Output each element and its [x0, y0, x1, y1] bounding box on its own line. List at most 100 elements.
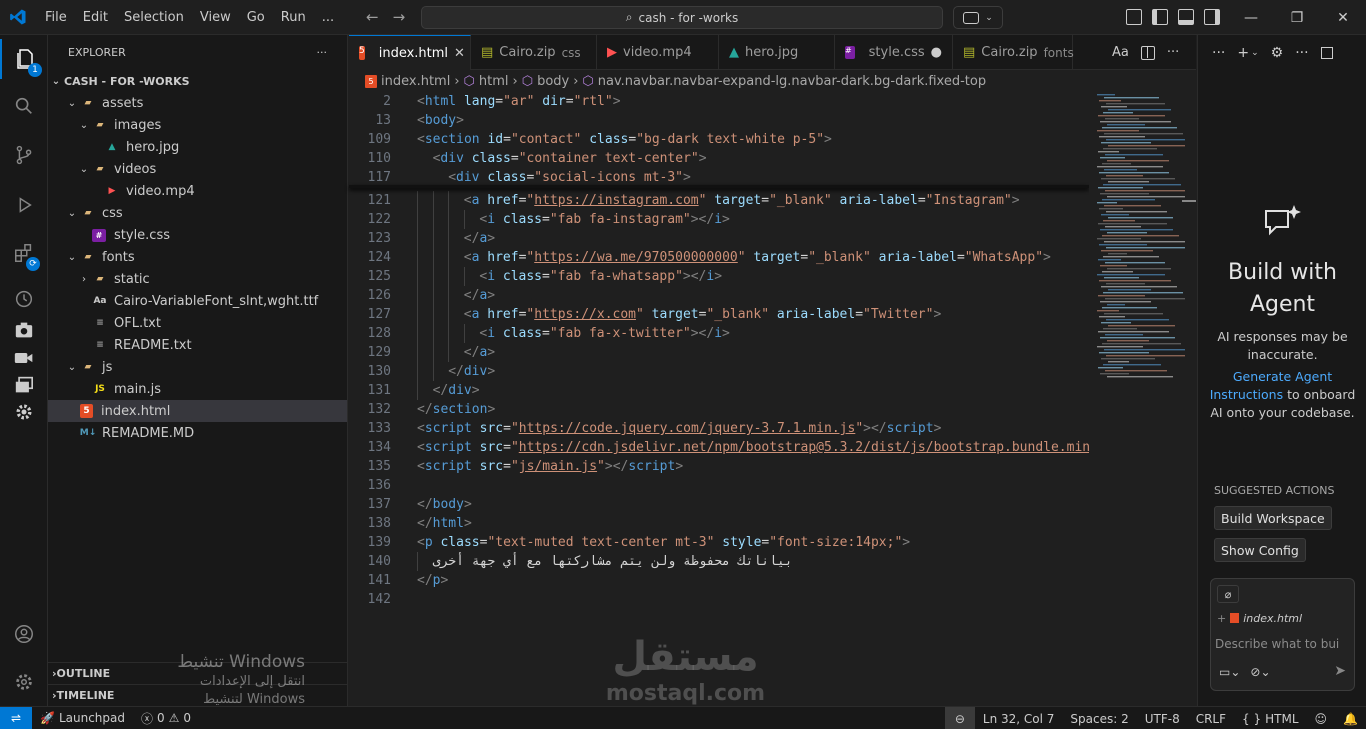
encoding[interactable]: UTF-8 — [1137, 712, 1188, 726]
tree-item-folder[interactable]: ⌄ ▰ fonts — [48, 246, 347, 268]
code-line[interactable]: 130 </div> — [349, 362, 1089, 381]
tree-item-folder[interactable]: › ▰ static — [48, 268, 347, 290]
code-line[interactable]: 140 بياناتك محفوظة ولن يتم مشاركتها مع أي… — [349, 552, 1089, 571]
code-line[interactable]: 123 </a> — [349, 229, 1089, 248]
code-line[interactable]: 122 <i class="fab fa-instagram"></i> — [349, 210, 1089, 229]
editor-tab-0[interactable]: 5 index.html ✕ — [349, 35, 471, 70]
tree-item-css[interactable]: # style.css — [48, 224, 347, 246]
code-line[interactable]: 2 <html lang="ar" dir="rtl"> — [349, 92, 1089, 111]
menu-item-6[interactable]: ... — [314, 0, 342, 35]
maximize-panel-icon[interactable] — [1320, 46, 1333, 59]
more-actions-icon[interactable]: ··· — [1212, 45, 1225, 61]
split-editor-icon[interactable] — [1140, 45, 1155, 60]
tree-item-folder[interactable]: ⌄ ▰ images — [48, 114, 347, 136]
toggle-secondary-sidebar-icon[interactable] — [1204, 9, 1220, 25]
minimap[interactable] — [1089, 92, 1196, 706]
forward-arrow-icon[interactable]: → — [393, 8, 406, 26]
menu-item-4[interactable]: Go — [239, 0, 273, 35]
customize-layout-icon[interactable] — [1126, 9, 1142, 25]
tree-item-text[interactable]: ≡ README.txt — [48, 334, 347, 356]
chat-text-input[interactable]: Describe what to build — [1215, 637, 1340, 651]
tree-item-folder[interactable]: ⌄ ▰ css — [48, 202, 347, 224]
code-line[interactable]: 131 </div> — [349, 381, 1089, 400]
more-actions-icon[interactable]: ··· — [1295, 45, 1308, 61]
tree-item-folder[interactable]: ⌄ ▰ assets — [48, 92, 347, 114]
code-line[interactable]: 141 </p> — [349, 571, 1089, 590]
minimize-button[interactable]: — — [1228, 0, 1274, 35]
code-line[interactable]: 132 </section> — [349, 400, 1089, 419]
accounts-icon[interactable] — [0, 614, 48, 654]
tree-item-folder[interactable]: ⌄ ▰ videos — [48, 158, 347, 180]
editor-tab-1[interactable]: ▤ Cairo.zip css — [471, 35, 597, 70]
editor-tab-3[interactable]: ▲ hero.jpg — [719, 35, 835, 70]
remote-indicator-icon[interactable]: ⇌ — [0, 706, 32, 729]
breadcrumb-body[interactable]: body — [537, 74, 569, 89]
show-config-button[interactable]: Show Config — [1214, 538, 1306, 562]
code-line[interactable]: 110 <div class="container text-center"> — [349, 149, 1089, 168]
monitor-icon[interactable]: ▭⌄ — [1219, 665, 1240, 679]
code-line[interactable]: 137 </body> — [349, 495, 1089, 514]
new-chat-icon[interactable]: + — [1237, 45, 1249, 61]
settings-gear-icon[interactable] — [0, 395, 48, 429]
scrollbar-thumb[interactable] — [1182, 200, 1196, 202]
code-line[interactable]: 134 <script src="https://cdn.jsdelivr.net… — [349, 438, 1098, 457]
scrollbar[interactable] — [1182, 92, 1196, 706]
code-line[interactable]: 124 <a href="https://wa.me/970500000000" … — [349, 248, 1089, 267]
context-file-chip[interactable]: + index.html — [1217, 609, 1302, 627]
chevron-down-icon[interactable]: ⌄ — [1251, 48, 1259, 58]
add-context-icon[interactable]: + — [1217, 612, 1226, 625]
manage-gear-icon[interactable] — [0, 662, 48, 702]
cursor-position[interactable]: Ln 32, Col 7 — [975, 712, 1063, 726]
restore-button[interactable]: ❐ — [1274, 0, 1320, 35]
tools-icon[interactable]: ⊘⌄ — [1250, 665, 1270, 679]
code-line[interactable]: 138 </html> — [349, 514, 1089, 533]
tree-item-font[interactable]: Aa Cairo-VariableFont_slnt,wght.ttf — [48, 290, 347, 312]
back-arrow-icon[interactable]: ← — [366, 8, 379, 26]
close-tab-icon[interactable]: ✕ — [454, 46, 465, 61]
copilot-button[interactable]: ⌄ — [953, 6, 1003, 29]
explorer-icon[interactable]: 1 — [0, 39, 48, 79]
send-icon[interactable]: ➤ — [1334, 663, 1346, 679]
toggle-panel-icon[interactable] — [1178, 9, 1194, 25]
more-actions-icon[interactable]: ··· — [1167, 45, 1179, 60]
more-actions-icon[interactable]: ··· — [317, 46, 328, 59]
attach-icon[interactable]: ⌀ — [1217, 585, 1239, 603]
workspace-root[interactable]: ⌄ CASH - FOR -WORKS — [48, 70, 347, 92]
code-line[interactable]: 126 </a> — [349, 286, 1089, 305]
code-line[interactable]: 128 <i class="fab fa-x-twitter"></i> — [349, 324, 1089, 343]
code-line[interactable]: 109 <section id="contact" class="bg-dark … — [349, 130, 1089, 149]
text-format-icon[interactable]: Aa — [1112, 45, 1129, 60]
build-workspace-button[interactable]: Build Workspace — [1214, 506, 1332, 530]
menu-item-0[interactable]: File — [37, 0, 75, 35]
end-of-line[interactable]: CRLF — [1188, 712, 1234, 726]
menu-item-2[interactable]: Selection — [116, 0, 192, 35]
code-line[interactable]: 121 <a href="https://instagram.com" targe… — [349, 191, 1089, 210]
menu-item-3[interactable]: View — [192, 0, 239, 35]
close-window-button[interactable]: ✕ — [1320, 0, 1366, 35]
breadcrumb-nav[interactable]: nav.navbar.navbar-expand-lg.navbar-dark.… — [598, 74, 986, 89]
breadcrumb-html[interactable]: html — [479, 74, 509, 89]
indentation[interactable]: Spaces: 2 — [1062, 712, 1136, 726]
language-mode[interactable]: { } HTML — [1234, 712, 1307, 726]
source-control-icon[interactable] — [0, 135, 48, 175]
code-line[interactable]: 142 — [349, 590, 1089, 609]
tree-item-html[interactable]: 5 index.html — [48, 400, 347, 422]
code-line[interactable]: 129 </a> — [349, 343, 1089, 362]
tree-item-folder[interactable]: ⌄ ▰ js — [48, 356, 347, 378]
tree-item-image[interactable]: ▲ hero.jpg — [48, 136, 347, 158]
toggle-sidebar-icon[interactable] — [1152, 9, 1168, 25]
tree-item-md[interactable]: M↓ REMADME.MD — [48, 422, 347, 444]
code-line[interactable]: 127 <a href="https://x.com" target="_blan… — [349, 305, 1089, 324]
tree-item-js[interactable]: JS main.js — [48, 378, 347, 400]
breadcrumb-file[interactable]: index.html — [381, 74, 450, 89]
tree-item-text[interactable]: ≡ OFL.txt — [48, 312, 347, 334]
extensions-icon[interactable]: ⟳ — [0, 233, 48, 273]
code-line[interactable]: 135 <script src="js/main.js"></script> — [349, 457, 1089, 476]
editor-tab-4[interactable]: # style.css ● — [835, 35, 953, 70]
code-line[interactable]: 136 — [349, 476, 1089, 495]
editor-tab-2[interactable]: ▶ video.mp4 — [597, 35, 719, 70]
tree-item-video[interactable]: ▶ video.mp4 — [48, 180, 347, 202]
launchpad-item[interactable]: 🚀 Launchpad — [32, 711, 133, 725]
editor-tab-5[interactable]: ▤ Cairo.zip fonts — [953, 35, 1074, 70]
settings-gear-icon[interactable]: ⚙ — [1271, 45, 1284, 61]
